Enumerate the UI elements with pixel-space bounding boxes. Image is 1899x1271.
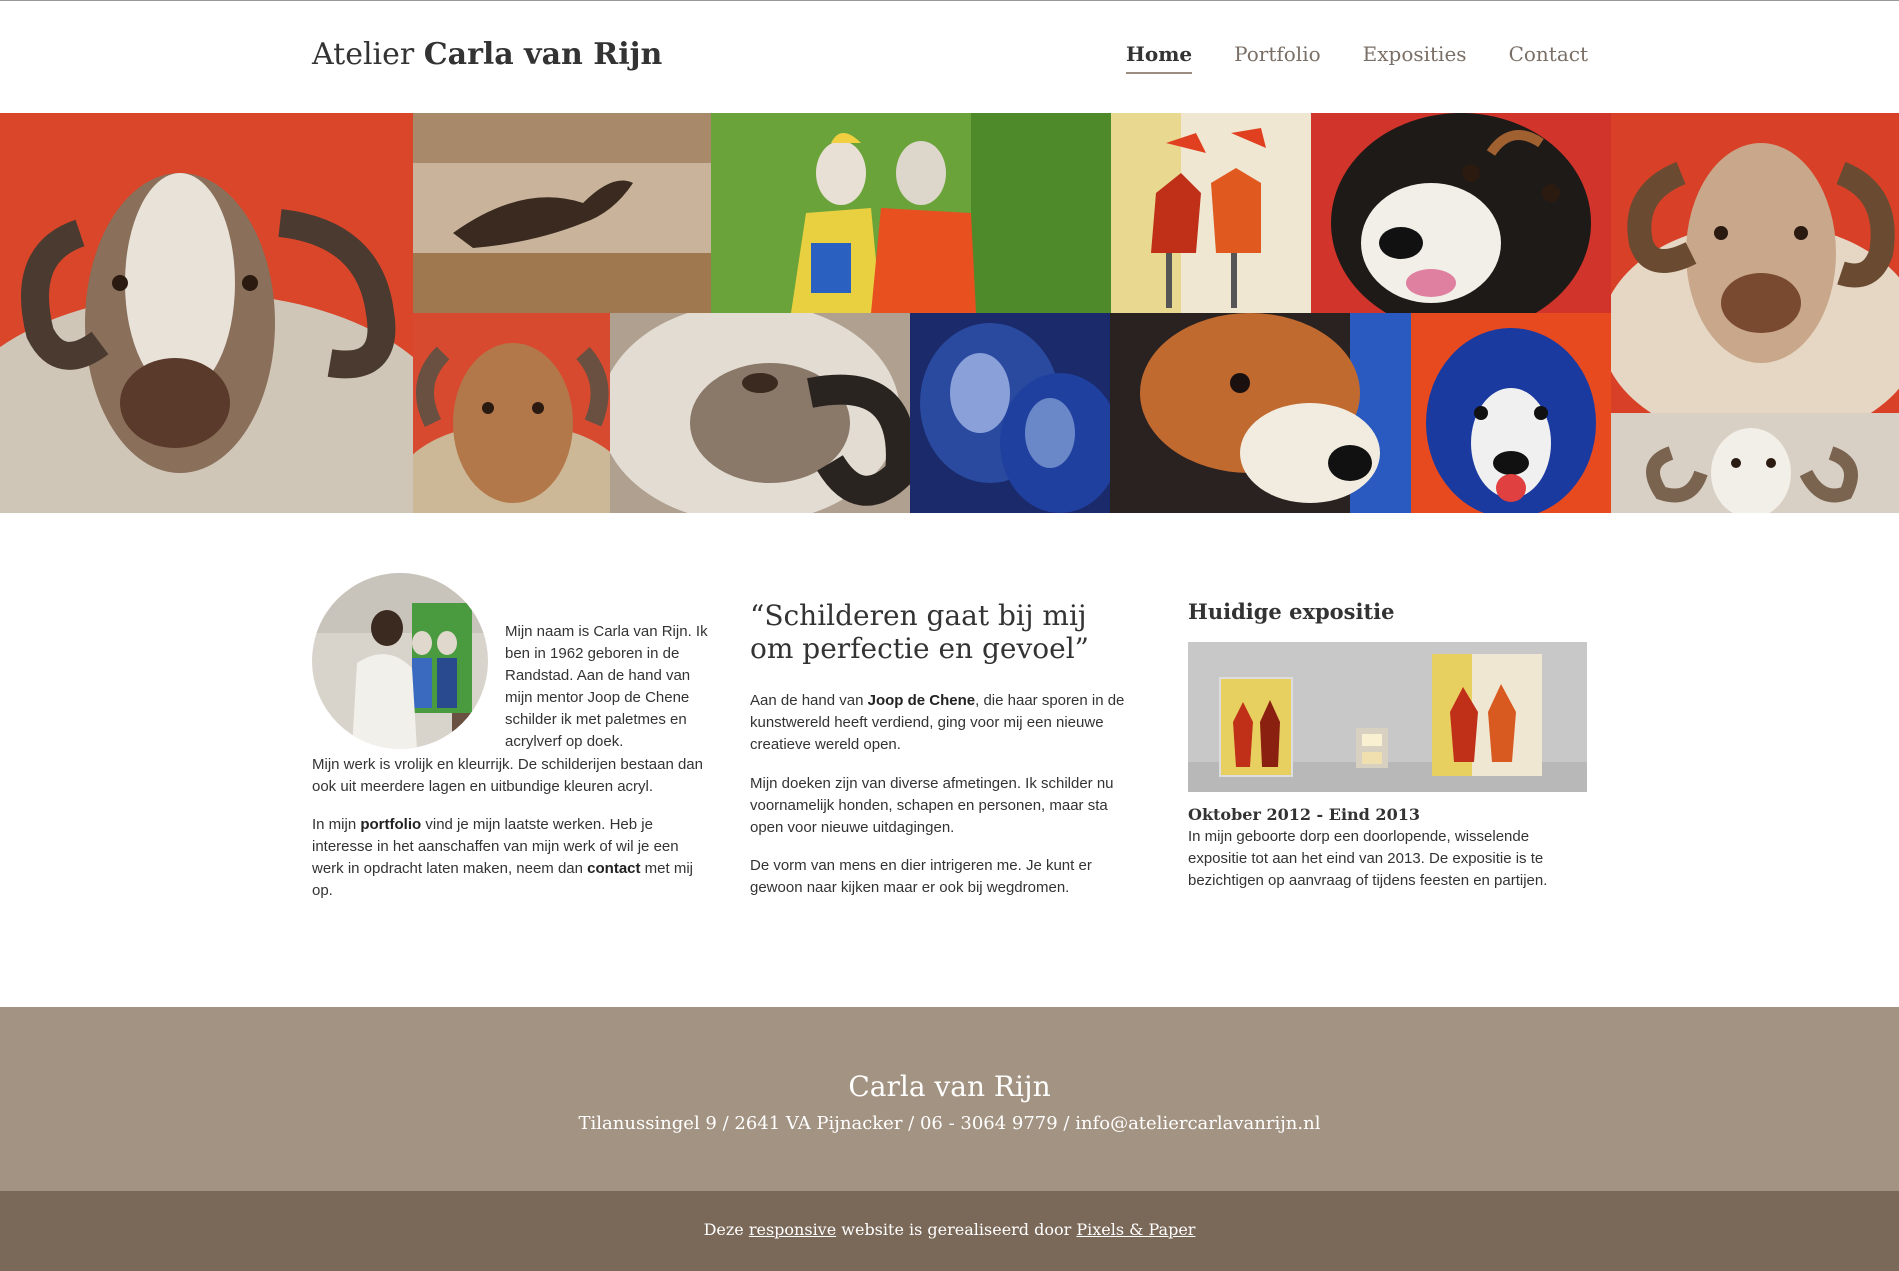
painting-colorful-collie bbox=[1411, 313, 1611, 513]
painting-ram-closeup bbox=[610, 313, 910, 513]
painting-small-ram bbox=[413, 313, 610, 513]
nav-exposities[interactable]: Exposities bbox=[1363, 42, 1467, 74]
nav-home[interactable]: Home bbox=[1125, 42, 1193, 74]
portfolio-link[interactable]: portfolio bbox=[360, 816, 421, 833]
about-p2-text-a: In mijn bbox=[312, 816, 361, 833]
painting-running-dog bbox=[413, 113, 711, 313]
nav-portfolio[interactable]: Portfolio bbox=[1234, 42, 1321, 74]
painting-collie bbox=[1311, 113, 1611, 313]
site-logo[interactable]: Atelier Carla van Rijn bbox=[312, 37, 662, 72]
about-paragraph-2: In mijn portfolio vind je mijn laatste w… bbox=[312, 814, 708, 902]
exhibition-title: Huidige expositie bbox=[1188, 599, 1395, 624]
painting-dog-closeup bbox=[1110, 313, 1411, 513]
quote-heading: “Schilderen gaat bij mij om perfectie en… bbox=[750, 599, 1089, 665]
contact-link[interactable]: contact bbox=[587, 860, 640, 877]
quote-p1-text-a: Aan de hand van bbox=[750, 692, 868, 709]
footer-credit: Deze responsive website is gerealiseerd … bbox=[0, 1220, 1899, 1239]
painting-blue-sheep bbox=[910, 313, 1110, 513]
footer-address: Tilanussingel 9 / 2641 VA Pijnacker / 06… bbox=[578, 1113, 1321, 1134]
logo-bold: Carla van Rijn bbox=[423, 37, 663, 72]
quote-paragraph-2: Mijn doeken zijn van diverse afmetingen.… bbox=[750, 775, 1114, 836]
quote-paragraph-1: Aan de hand van Joop de Chene, die haar … bbox=[750, 690, 1136, 756]
contact-footer: Carla van Rijn Tilanussingel 9 / 2641 VA… bbox=[0, 1007, 1899, 1191]
exhibition-photo bbox=[1188, 642, 1587, 792]
painting-ram-right bbox=[1611, 113, 1899, 413]
painting-collage-banner bbox=[0, 113, 1899, 513]
credit-text-a: Deze bbox=[703, 1220, 749, 1239]
painting-ram-bottom bbox=[1611, 413, 1899, 513]
quote-paragraph-3: De vorm van mens en dier intrigeren me. … bbox=[750, 857, 1092, 896]
credit-text-b: website is gerealiseerd door bbox=[836, 1220, 1077, 1239]
footer-name: Carla van Rijn bbox=[848, 1070, 1051, 1103]
credit-footer: Deze responsive website is gerealiseerd … bbox=[0, 1191, 1899, 1271]
about-paragraph-1: Mijn werk is vrolijk en kleurrijk. De sc… bbox=[312, 756, 703, 795]
responsive-link[interactable]: responsive bbox=[749, 1220, 836, 1239]
exhibition-date: Oktober 2012 - Eind 2013 bbox=[1188, 805, 1420, 824]
painting-ram bbox=[0, 113, 413, 513]
painting-two-women bbox=[1111, 113, 1311, 313]
artist-photo bbox=[312, 573, 488, 749]
mentor-name: Joop de Chene bbox=[867, 692, 976, 709]
exhibition-description: In mijn geboorte dorp een doorlopende, w… bbox=[1188, 828, 1548, 889]
pixels-paper-link[interactable]: Pixels & Paper bbox=[1076, 1220, 1195, 1239]
main-nav: Home Portfolio Exposities Contact bbox=[1125, 42, 1588, 74]
main-content: Mijn naam is Carla van Rijn. Ik ben in 1… bbox=[0, 513, 1899, 1007]
nav-contact[interactable]: Contact bbox=[1509, 42, 1588, 74]
site-header: Atelier Carla van Rijn Home Portfolio Ex… bbox=[0, 1, 1899, 113]
painting-two-figures-green bbox=[711, 113, 1111, 313]
intro-text: Mijn naam is Carla van Rijn. Ik ben in 1… bbox=[505, 623, 708, 750]
logo-regular: Atelier bbox=[312, 37, 415, 72]
